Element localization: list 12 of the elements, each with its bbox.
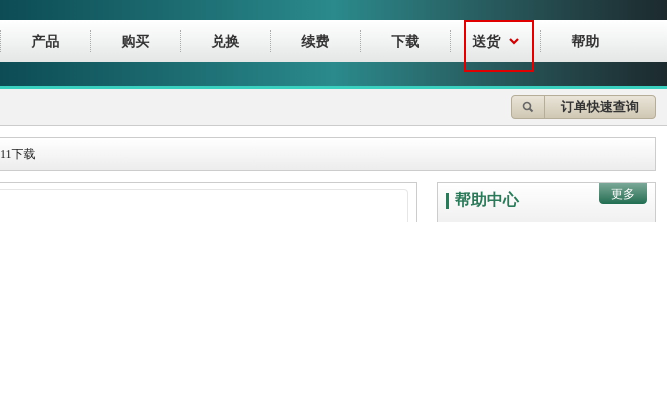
panel-title: 帮助中心: [455, 190, 519, 211]
nav-link[interactable]: 下载: [361, 20, 450, 62]
nav-link[interactable]: 帮助: [541, 20, 630, 62]
breadcrumb-text: 11下载: [0, 146, 36, 163]
nav-link[interactable]: 购买: [91, 20, 180, 62]
more-button[interactable]: 更多: [599, 183, 647, 204]
search-icon: [522, 101, 534, 113]
order-search-button[interactable]: 订单快速查询: [511, 95, 656, 119]
nav-link[interactable]: 产品: [1, 20, 90, 62]
nav-link[interactable]: 续费: [271, 20, 360, 62]
nav-link[interactable]: 送货: [451, 20, 540, 62]
nav-link[interactable]: 兑换: [181, 20, 270, 62]
